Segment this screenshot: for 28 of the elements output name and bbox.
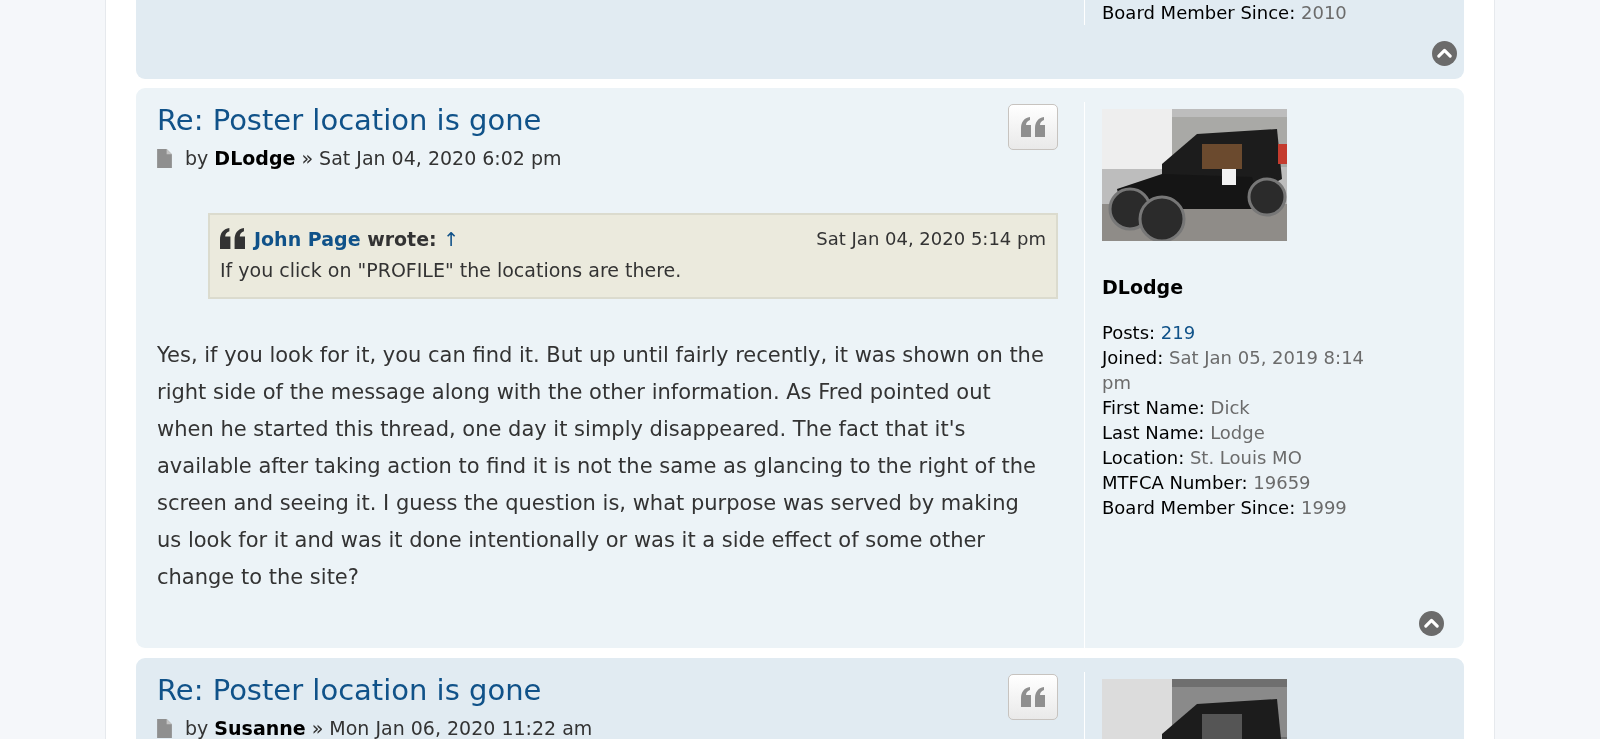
profile-username[interactable]: DLodge bbox=[1102, 273, 1444, 302]
post-author-line: by Susanne » Mon Jan 06, 2020 11:22 am bbox=[185, 716, 593, 739]
quote-icon bbox=[1021, 687, 1045, 707]
profile-field: Board Member Since: 1999 bbox=[1102, 494, 1387, 520]
jump-to-post-link[interactable]: ↑ bbox=[443, 227, 460, 250]
post-title[interactable]: Re: Poster location is gone bbox=[157, 102, 562, 138]
profile-field: Location: St. Louis MO bbox=[1102, 444, 1387, 470]
quote-button[interactable] bbox=[1008, 104, 1058, 150]
post-author-line: by DLodge » Sat Jan 04, 2020 6:02 pm bbox=[185, 146, 562, 171]
quote-icon bbox=[220, 228, 245, 250]
post-body: Yes, if you look for it, you can find it. But up until fairly recently, it was shown on the right side of the message along with the other information. As Fred pointed out when he started this thread, one day it simply disappeared. The fact that it's available after taking action to find it is not the same as glancing to the right of the screen and seeing it. I guess the question is, what purpose was served by making us look for it and was it done intentionally or was it a side effect of some other change to the site? bbox=[157, 342, 1045, 591]
profile-field: Last Name: Lodge bbox=[1102, 419, 1387, 445]
quote-icon bbox=[1021, 117, 1045, 137]
profile-field: Board Member Since: 2010 bbox=[1102, 0, 1444, 25]
profile-field: Joined: Sat Jan 05, 2019 8:14 pm bbox=[1102, 344, 1387, 395]
post-title[interactable]: Re: Poster location is gone bbox=[157, 672, 593, 708]
quote-date: Sat Jan 04, 2020 5:14 pm bbox=[816, 227, 1046, 252]
profile-field: Posts: 219 bbox=[1102, 319, 1387, 345]
quote-author-link[interactable]: John Page bbox=[254, 227, 361, 250]
profile-field: MTFCA Number: 19659 bbox=[1102, 469, 1387, 495]
back-to-top-icon[interactable] bbox=[1432, 41, 1457, 66]
quote-button[interactable] bbox=[1008, 674, 1058, 720]
quote-header: John Page wrote: ↑ bbox=[254, 226, 460, 252]
post-icon[interactable] bbox=[157, 148, 172, 168]
profile-field: First Name: Dick bbox=[1102, 394, 1387, 420]
post-icon[interactable] bbox=[157, 718, 172, 738]
quote-text: If you click on "PROFILE" the locations are there. bbox=[220, 258, 683, 283]
back-to-top-icon[interactable] bbox=[1419, 611, 1444, 636]
